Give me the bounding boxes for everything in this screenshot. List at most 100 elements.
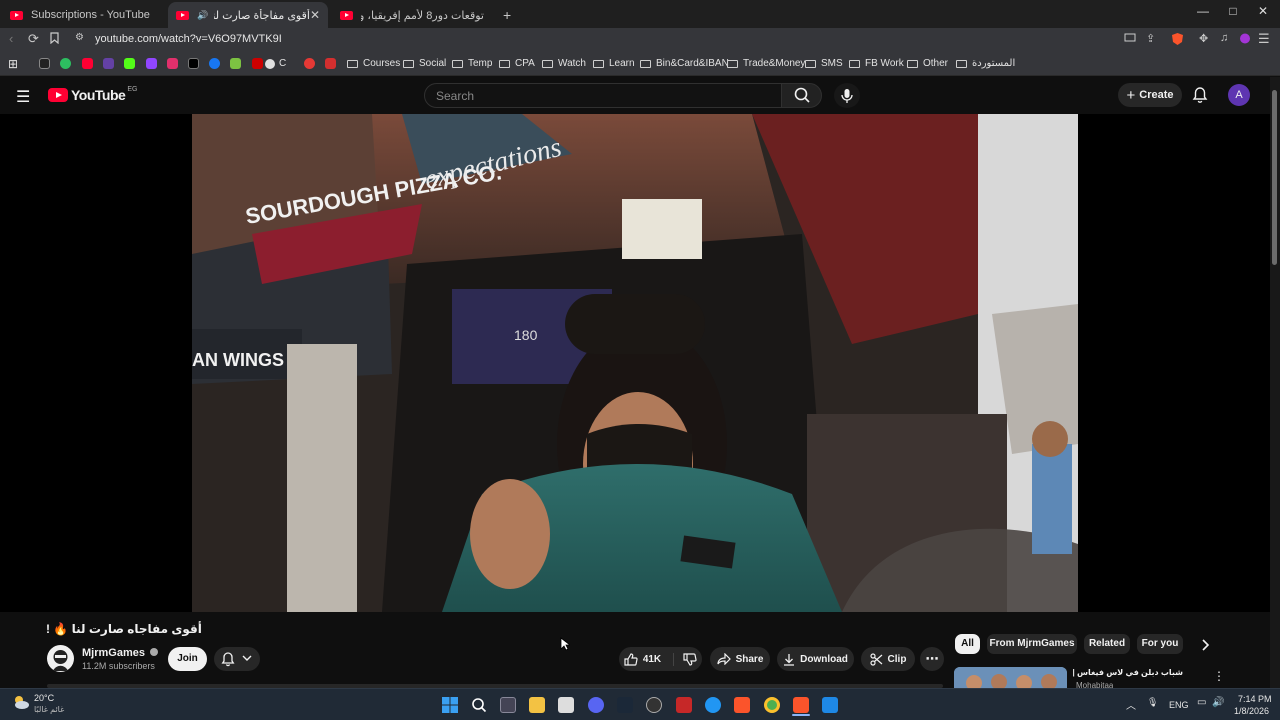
bookmark-site-icon[interactable] <box>146 58 157 69</box>
bookmark-icon[interactable] <box>50 32 59 44</box>
notifications-bell-icon[interactable] <box>1192 86 1208 104</box>
bookmark-folder-fb-work[interactable]: FB Work <box>849 58 904 69</box>
taskbar-search-icon[interactable] <box>471 697 487 713</box>
subscription-bell-button[interactable] <box>214 647 260 671</box>
create-button[interactable]: + Create <box>1118 83 1182 107</box>
bookmark-site-icon[interactable] <box>304 58 315 69</box>
share-page-icon[interactable]: ⇪ <box>1146 32 1155 45</box>
bookmark-folder-imported[interactable]: المستوردة <box>956 58 1015 69</box>
close-window-button[interactable]: ✕ <box>1248 4 1278 18</box>
voice-search-button[interactable] <box>834 83 860 108</box>
bookmark-folder-temp[interactable]: Temp <box>452 58 492 69</box>
bookmark-folder-other[interactable]: Other <box>907 58 948 69</box>
bookmark-site-icon[interactable] <box>39 58 50 69</box>
new-tab-button[interactable]: + <box>495 2 515 28</box>
bookmark-folder-bin-card-iban[interactable]: Bin&Card&IBAN <box>640 58 729 69</box>
dislike-button[interactable] <box>679 652 697 666</box>
bookmark-site-icon[interactable] <box>325 58 336 69</box>
discord-icon[interactable] <box>588 697 604 713</box>
more-actions-button[interactable]: ⋯ <box>920 647 944 671</box>
language-indicator[interactable]: ENG <box>1169 700 1189 710</box>
weather-temperature[interactable]: 20°C <box>34 693 54 703</box>
facebook-bookmark-icon[interactable] <box>209 58 220 69</box>
cast-icon[interactable] <box>1124 33 1136 43</box>
apps-grid-icon[interactable]: ⊞ <box>8 57 18 71</box>
like-button[interactable]: 41K <box>624 652 675 666</box>
tray-app-icon[interactable]: 🎙 <box>1147 697 1158 708</box>
youtube-logo[interactable]: YouTube EG <box>48 86 137 103</box>
bookmark-c[interactable]: C <box>265 58 286 69</box>
bookmark-folder-learn[interactable]: Learn <box>593 58 635 69</box>
search-input[interactable]: Search <box>424 83 782 108</box>
twitch-bookmark-icon[interactable] <box>103 58 114 69</box>
chrome-taskbar-icon[interactable] <box>764 697 780 713</box>
network-icon[interactable]: ▭ <box>1197 697 1206 708</box>
app-icon[interactable] <box>705 697 721 713</box>
clip-button[interactable]: Clip <box>861 647 915 671</box>
share-button[interactable]: Share <box>710 647 770 671</box>
x-bookmark-icon[interactable] <box>188 58 199 69</box>
bookmark-folder-watch[interactable]: Watch <box>542 58 586 69</box>
app-icon[interactable] <box>646 697 662 713</box>
windows-start-icon[interactable] <box>442 697 458 713</box>
channel-name[interactable]: MjrmGames <box>82 647 159 659</box>
chip-all[interactable]: All <box>955 634 980 654</box>
calculator-app-icon[interactable] <box>500 697 516 713</box>
bookmark-folder-sms[interactable]: SMS <box>805 58 843 69</box>
app-icon[interactable] <box>558 697 574 713</box>
bookmark-folder-courses[interactable]: Courses <box>347 58 400 69</box>
minimize-button[interactable]: — <box>1188 4 1218 18</box>
wallet-icon[interactable] <box>1239 33 1251 44</box>
menu-icon[interactable]: ☰ <box>1258 31 1270 47</box>
tab-current-video[interactable]: 🔊 أقوى مفاجأة صارت لنا ! 🔥 - e ✕ <box>168 2 328 28</box>
extensions-icon[interactable]: ✥ <box>1199 32 1208 45</box>
site-info-icon[interactable]: ⚙ <box>75 32 84 43</box>
brave-shield-icon[interactable] <box>1171 32 1184 46</box>
steam-icon[interactable] <box>617 697 633 713</box>
tab-afcon[interactable]: توقعات دور8 لأمم إفريقيا، والخاسر لـ <box>332 2 492 28</box>
chip-related[interactable]: Related <box>1084 634 1130 654</box>
instagram-bookmark-icon[interactable] <box>167 58 178 69</box>
chip-from-channel[interactable]: From MjrmGames <box>987 634 1077 654</box>
media-icon[interactable]: ♫ <box>1220 32 1228 44</box>
recommended-channel[interactable]: Mohabitaa <box>1076 681 1113 688</box>
join-button[interactable]: Join <box>168 647 207 671</box>
speaker-icon[interactable]: 🔊 <box>197 10 208 21</box>
file-explorer-icon[interactable] <box>529 697 545 713</box>
account-avatar[interactable]: A <box>1228 84 1250 106</box>
tray-overflow-icon[interactable]: ︿ <box>1126 697 1136 712</box>
bookmark-folder-social[interactable]: Social <box>403 58 446 69</box>
clock-date[interactable]: 1/8/2026 <box>1234 706 1269 716</box>
video-frame[interactable]: SOURDOUGH PIZZA CO. expectations AN WING… <box>192 114 1078 612</box>
brave-active-icon[interactable] <box>793 697 809 713</box>
channel-avatar[interactable] <box>47 645 74 672</box>
app-icon[interactable] <box>676 697 692 713</box>
brave-browser-icon[interactable] <box>734 697 750 713</box>
scrollbar-thumb[interactable] <box>1272 90 1277 265</box>
bookmark-folder-cpa[interactable]: CPA <box>499 58 535 69</box>
app-icon[interactable] <box>822 697 838 713</box>
hamburger-menu-icon[interactable]: ☰ <box>16 87 30 107</box>
youtube-bookmark-icon[interactable] <box>82 58 93 69</box>
weather-cloud-icon[interactable] <box>12 694 30 710</box>
recommended-more-icon[interactable]: ⋮ <box>1213 669 1225 683</box>
reload-icon[interactable]: ⟳ <box>28 31 39 47</box>
clock-time[interactable]: 7:14 PM <box>1238 694 1272 704</box>
tab-subscriptions[interactable]: Subscriptions - YouTube <box>2 2 164 28</box>
url-field[interactable]: youtube.com/watch?v=V6O97MVTK9I <box>95 33 282 45</box>
close-tab-icon[interactable]: ✕ <box>310 8 320 22</box>
recommended-thumbnail[interactable] <box>954 667 1067 688</box>
bookmark-site-icon[interactable] <box>60 58 71 69</box>
maximize-button[interactable]: □ <box>1218 4 1248 18</box>
bookmark-site-icon[interactable] <box>230 58 241 69</box>
search-button[interactable] <box>781 83 822 108</box>
bookmark-site-icon[interactable] <box>252 58 263 69</box>
download-button[interactable]: Download <box>777 647 854 671</box>
back-icon[interactable]: ‹ <box>9 31 13 46</box>
kick-bookmark-icon[interactable] <box>124 58 135 69</box>
bookmark-folder-trade-money[interactable]: Trade&Money <box>727 58 805 69</box>
chevron-right-icon[interactable] <box>1200 638 1212 652</box>
chip-for-you[interactable]: For you <box>1137 634 1183 654</box>
volume-icon[interactable]: 🔊 <box>1212 697 1224 708</box>
recommended-title[interactable]: شباب دبلن في لاس فيغاس | US 🔥 <box>1073 668 1183 677</box>
